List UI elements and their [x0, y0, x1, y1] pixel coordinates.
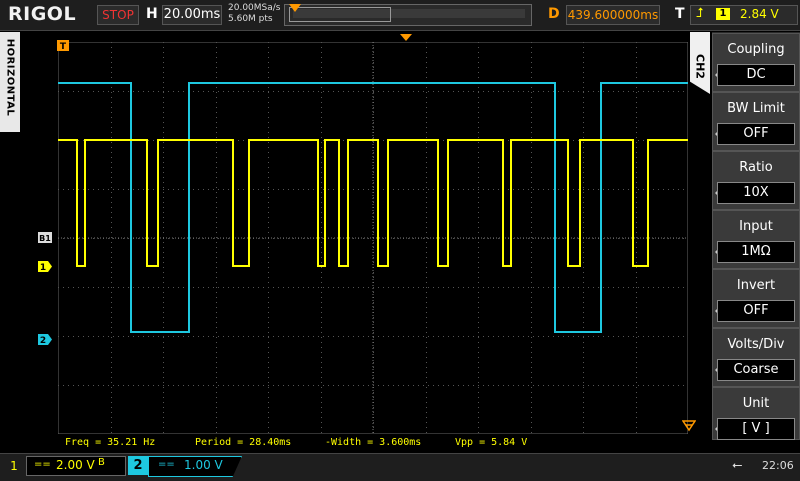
trigger-delay-arrow-icon — [400, 34, 412, 41]
horizontal-label: H — [146, 6, 158, 22]
brand-logo: RIGOL — [8, 3, 77, 25]
menu-item-value: 1MΩ — [717, 241, 795, 263]
trigger-label: T — [675, 6, 685, 22]
menu-item-value: Coarse — [717, 359, 795, 381]
trigger-time-marker[interactable]: T — [57, 40, 71, 52]
menu-item-value: DC — [717, 64, 795, 86]
channel-menu-tab-label: CH2 — [693, 54, 707, 79]
ch1-dc-coupling-icon: == — [34, 459, 51, 470]
ch1-button[interactable]: 1 — [4, 458, 24, 474]
waveform-grid — [58, 42, 688, 434]
measurement-vpp: Vpp = 5.84 V — [455, 437, 528, 448]
system-clock: 22:06 — [762, 459, 794, 472]
measurement-period: Period = 28.40ms — [195, 437, 292, 448]
measurement-freq: Freq = 35.21 Hz — [65, 437, 156, 448]
menu-item-label: Coupling — [727, 42, 785, 57]
ch1-marker-label: 1 — [40, 263, 46, 273]
menu-item-value: OFF — [717, 123, 795, 145]
usb-icon: ⭠ — [732, 458, 743, 473]
memory-view-window — [289, 7, 391, 22]
ch1-offset-marker[interactable]: 1 — [38, 261, 54, 273]
menu-item-label: BW Limit — [727, 101, 785, 116]
ch1-bw-limit-indicator: B — [98, 457, 105, 468]
measurement-neg-width: -Width = 3.600ms — [325, 437, 422, 448]
delay-label: D — [548, 6, 560, 22]
menu-item-input[interactable]: Input 1MΩ — [712, 210, 800, 269]
rising-edge-icon: ⮥ — [696, 6, 704, 21]
ch2-dc-coupling-icon: == — [158, 459, 175, 470]
ch2-marker-label: 2 — [40, 336, 46, 346]
menu-item-bw-limit[interactable]: BW Limit OFF — [712, 92, 800, 151]
ref-b1-label: B1 — [39, 234, 51, 243]
trigger-time-marker-label: T — [60, 42, 67, 52]
trigger-position-icon — [289, 4, 301, 12]
trigger-level: 2.84 V — [740, 7, 779, 21]
menu-item-label: Ratio — [739, 160, 773, 175]
trigger-level-marker-icon[interactable] — [682, 420, 696, 432]
run-stop-status[interactable]: STOP — [97, 5, 139, 25]
trigger-source-badge: 1 — [716, 8, 730, 20]
menu-item-value: 10X — [717, 182, 795, 204]
timebase-value[interactable]: 20.00ms — [162, 5, 222, 25]
memory-position-strip — [284, 4, 532, 26]
menu-item-volts-div[interactable]: Volts/Div Coarse — [712, 328, 800, 387]
menu-item-ratio[interactable]: Ratio 10X — [712, 151, 800, 210]
menu-item-label: Volts/Div — [727, 337, 785, 352]
menu-item-label: Input — [739, 219, 773, 234]
menu-item-invert[interactable]: Invert OFF — [712, 269, 800, 328]
ch2-offset-marker[interactable]: 2 — [38, 334, 54, 346]
menu-item-coupling[interactable]: Coupling DC — [712, 33, 800, 92]
ref-b1-marker[interactable]: B1 — [38, 232, 54, 244]
menu-item-unit[interactable]: Unit [ V ] — [712, 387, 800, 440]
sample-rate: 20.00MSa/s — [228, 3, 281, 13]
menu-item-label: Invert — [736, 278, 776, 293]
menu-item-label: Unit — [742, 396, 770, 411]
ch1-scale-value: 2.00 V — [56, 458, 95, 472]
memory-depth: 5.60M pts — [228, 14, 273, 24]
ch2-scale-value: 1.00 V — [184, 458, 223, 472]
menu-item-value: [ V ] — [717, 418, 795, 440]
horizontal-tab-label: HORIZONTAL — [4, 38, 16, 117]
delay-value[interactable]: 439.600000ms — [566, 5, 660, 25]
menu-item-value: OFF — [717, 300, 795, 322]
ch2-button[interactable]: 2 — [128, 456, 148, 475]
